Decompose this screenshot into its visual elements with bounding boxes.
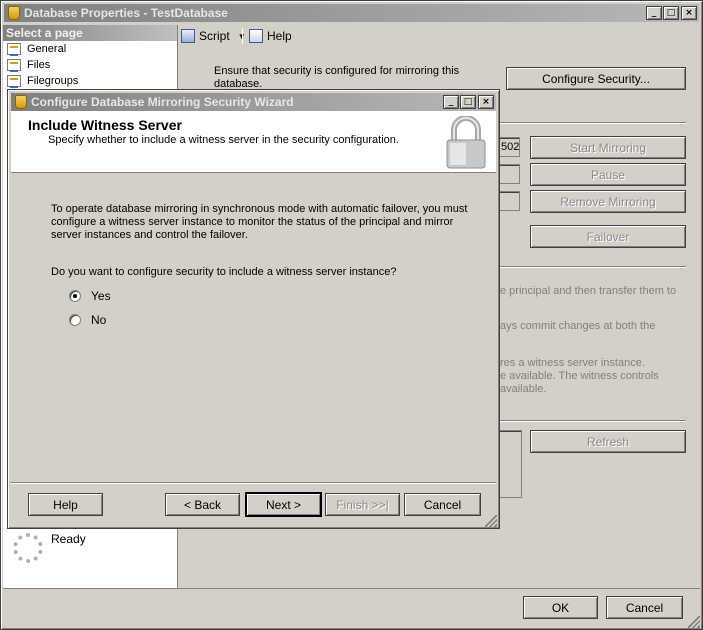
port-field: 502 [498, 137, 520, 157]
mode-description: e available. The witness controls [500, 370, 659, 382]
resize-grip[interactable] [688, 616, 700, 628]
wizard-header: Include Witness Server Specify whether t… [11, 111, 496, 173]
properties-page-icon [7, 59, 21, 72]
script-label: Script [199, 29, 230, 43]
no-radio[interactable] [69, 314, 81, 326]
status-box [498, 430, 522, 498]
minimize-button[interactable]: _ [646, 6, 662, 20]
mirror-field [498, 164, 520, 184]
progress-spinner-icon [13, 533, 43, 563]
help-toolbar-button[interactable]: Help [249, 27, 292, 45]
wizard-paragraph: To operate database mirroring in synchro… [51, 203, 468, 241]
properties-page-icon [7, 75, 21, 88]
wizard-help-button[interactable]: Help [28, 493, 103, 516]
refresh-button[interactable]: Refresh [530, 430, 686, 453]
padlock-icon [446, 116, 486, 169]
bottom-divider [3, 588, 700, 589]
page-item-label: General [27, 43, 67, 55]
mode-description: ays commit changes at both the [500, 320, 656, 332]
no-label: No [91, 313, 107, 327]
wizard-close-button[interactable]: × [478, 95, 494, 109]
finish-button[interactable]: Finish >>| [325, 493, 400, 516]
wizard-resize-grip[interactable] [485, 515, 497, 527]
back-button[interactable]: < Back [165, 493, 240, 516]
close-button[interactable]: × [681, 6, 697, 20]
page-item-label: Files [27, 59, 51, 71]
main-cancel-button[interactable]: Cancel [606, 596, 683, 619]
witness-field [498, 191, 520, 211]
wizard-footer-divider [11, 482, 496, 484]
wizard-title: Configure Database Mirroring Security Wi… [31, 95, 294, 109]
yes-radio[interactable] [69, 290, 81, 302]
script-icon [181, 29, 195, 43]
page-item-general[interactable]: General [3, 41, 177, 57]
configure-security-button[interactable]: Configure Security... [506, 67, 686, 90]
section-divider [500, 266, 686, 268]
script-button[interactable]: Script ▼ [181, 27, 246, 45]
main-title-bar[interactable]: Database Properties - TestDatabase _ □ × [4, 4, 699, 22]
progress-status: Ready [51, 532, 86, 546]
properties-page-icon [7, 43, 21, 56]
yes-radio-option[interactable]: Yes [69, 289, 111, 303]
wizard-icon [15, 95, 27, 109]
toolbar-separator [242, 28, 243, 44]
wizard-maximize-button[interactable]: □ [460, 95, 476, 109]
pause-button[interactable]: Pause [530, 163, 686, 186]
start-mirroring-button[interactable]: Start Mirroring [530, 136, 686, 159]
no-radio-option[interactable]: No [69, 313, 106, 327]
wizard-cancel-button[interactable]: Cancel [404, 493, 481, 516]
maximize-button[interactable]: □ [663, 6, 679, 20]
database-icon [8, 6, 20, 20]
page-item-files[interactable]: Files [3, 57, 177, 73]
help-icon [249, 29, 263, 43]
next-button[interactable]: Next > [245, 492, 322, 517]
port-value: 502 [501, 141, 520, 153]
section-divider [500, 420, 686, 422]
mode-description: res a witness server instance. [500, 357, 645, 369]
wizard-heading: Include Witness Server [28, 117, 182, 133]
security-note: Ensure that security is configured for m… [214, 65, 460, 90]
wizard-title-bar[interactable]: Configure Database Mirroring Security Wi… [11, 93, 496, 111]
page-item-label: Filegroups [27, 75, 79, 87]
wizard-minimize-button[interactable]: _ [443, 95, 459, 109]
wizard-question: Do you want to configure security to inc… [51, 266, 397, 278]
remove-mirroring-button[interactable]: Remove Mirroring [530, 190, 686, 213]
wizard-subheading: Specify whether to include a witness ser… [48, 134, 399, 146]
mode-description: available. [500, 383, 547, 395]
page-list-header: Select a page [3, 25, 177, 41]
mode-description: e principal and then transfer them to [500, 285, 677, 297]
section-divider [500, 122, 686, 124]
page-item-filegroups[interactable]: Filegroups [3, 73, 177, 89]
main-window-title: Database Properties - TestDatabase [24, 6, 228, 20]
ok-button[interactable]: OK [523, 596, 598, 619]
yes-label: Yes [91, 289, 111, 303]
help-label: Help [267, 29, 292, 43]
failover-button[interactable]: Failover [530, 225, 686, 248]
mirroring-security-wizard: Configure Database Mirroring Security Wi… [7, 89, 500, 529]
